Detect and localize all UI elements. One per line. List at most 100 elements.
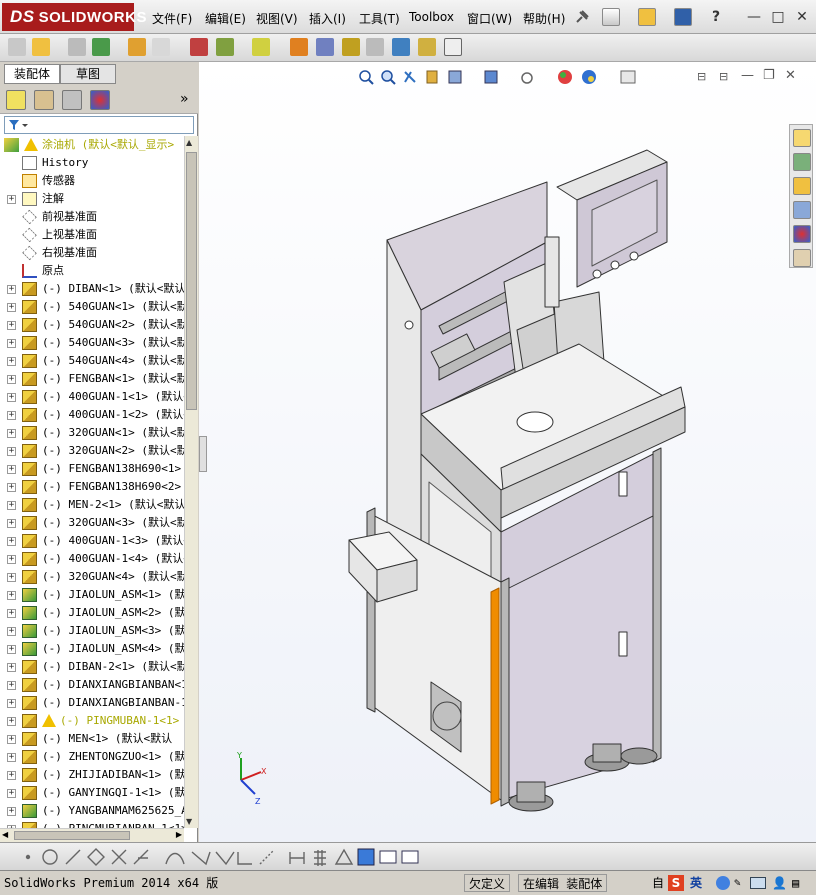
- expand-toggle-icon[interactable]: +: [7, 663, 16, 672]
- expand-toggle-icon[interactable]: +: [7, 753, 16, 762]
- section-view-icon[interactable]: [392, 38, 410, 56]
- solidworks-logo[interactable]: DS SOLIDWORKS: [2, 3, 146, 31]
- assembly-features-icon[interactable]: [316, 38, 334, 56]
- tree-item[interactable]: 右视基准面: [0, 244, 184, 262]
- menu-file[interactable]: 文件(F): [152, 10, 192, 27]
- menu-tools[interactable]: 工具(T): [359, 10, 400, 27]
- tree-item[interactable]: 涂油机 (默认<默认_显示>: [0, 136, 184, 154]
- menu-toolbox[interactable]: Toolbox: [409, 10, 454, 24]
- menu-insert[interactable]: 插入(I): [309, 10, 346, 27]
- scroll-left-icon[interactable]: ◀: [2, 830, 8, 839]
- rebuild-icon[interactable]: [418, 38, 436, 56]
- corner-tool-icon[interactable]: [237, 852, 252, 865]
- ime-s-icon[interactable]: S: [668, 875, 684, 891]
- expand-toggle-icon[interactable]: +: [7, 483, 16, 492]
- tree-item[interactable]: + (-) FENGBAN<1> (默认<默: [0, 370, 184, 388]
- tree-item[interactable]: + (-) JIAOLUN_ASM<2> (默认: [0, 604, 184, 622]
- new-part-icon[interactable]: [8, 38, 26, 56]
- expand-toggle-icon[interactable]: +: [7, 645, 16, 654]
- trim-tool-icon[interactable]: [111, 849, 127, 865]
- restore-button[interactable]: □: [770, 9, 786, 25]
- component-pattern-icon[interactable]: [92, 38, 110, 56]
- tree-item[interactable]: + (-) 540GUAN<4> (默认<默: [0, 352, 184, 370]
- expand-toggle-icon[interactable]: +: [7, 465, 16, 474]
- expand-toggle-icon[interactable]: +: [7, 501, 16, 510]
- smart-dimension-icon[interactable]: [289, 852, 305, 864]
- help-icon[interactable]: ?: [708, 9, 724, 25]
- expand-toggle-icon[interactable]: +: [7, 447, 16, 456]
- expand-toggle-icon[interactable]: +: [7, 285, 16, 294]
- expand-toggle-icon[interactable]: +: [7, 321, 16, 330]
- expand-toggle-icon[interactable]: +: [7, 555, 16, 564]
- tree-item[interactable]: + (-) JIAOLUN_ASM<3> (默认: [0, 622, 184, 640]
- tree-item[interactable]: + (-) 400GUAN-1<2> (默认<: [0, 406, 184, 424]
- configuration-manager-icon[interactable]: [62, 90, 82, 110]
- attach-icon[interactable]: [68, 38, 86, 56]
- assembly-open-icon[interactable]: [32, 38, 50, 56]
- measure-icon[interactable]: [366, 38, 384, 56]
- close-button[interactable]: ✕: [794, 9, 810, 25]
- tree-item[interactable]: + (-) 400GUAN-1<4> (默认<: [0, 550, 184, 568]
- design-library-icon[interactable]: [793, 153, 811, 171]
- tree-item[interactable]: 上视基准面: [0, 226, 184, 244]
- tree-item[interactable]: + (-) ZHENTONGZUO<1> (默认: [0, 748, 184, 766]
- tree-item[interactable]: + (-) 540GUAN<3> (默认<默: [0, 334, 184, 352]
- tree-item[interactable]: + (-) 540GUAN<1> (默认<默: [0, 298, 184, 316]
- interference-icon[interactable]: [290, 38, 308, 56]
- expand-toggle-icon[interactable]: +: [7, 303, 16, 312]
- menu-view[interactable]: 视图(V): [256, 10, 298, 27]
- expand-toggle-icon[interactable]: +: [7, 771, 16, 780]
- tree-item[interactable]: + (-) 320GUAN<1> (默认<默: [0, 424, 184, 442]
- display-manager-icon[interactable]: [90, 90, 110, 110]
- property-manager-icon[interactable]: [34, 90, 54, 110]
- filter-icon[interactable]: [5, 117, 29, 133]
- expand-toggle-icon[interactable]: +: [7, 429, 16, 438]
- expand-toggle-icon[interactable]: +: [7, 735, 16, 744]
- reference-geometry-icon[interactable]: [252, 38, 270, 56]
- tree-item[interactable]: 原点: [0, 262, 184, 280]
- circle-tool-icon[interactable]: [42, 849, 58, 865]
- construction-line-icon[interactable]: [259, 849, 275, 865]
- expand-toggle-icon[interactable]: +: [7, 393, 16, 402]
- window-split-icon[interactable]: [401, 850, 419, 864]
- tree-item[interactable]: + (-) FENGBAN138H690<1> (: [0, 460, 184, 478]
- tree-item[interactable]: + (-) 320GUAN<2> (默认<默: [0, 442, 184, 460]
- ime-settings-icon[interactable]: ▤: [792, 874, 799, 892]
- custom-properties-icon[interactable]: [793, 249, 811, 267]
- explode-icon[interactable]: [216, 38, 234, 56]
- expand-toggle-icon[interactable]: +: [7, 573, 16, 582]
- mate-icon[interactable]: [128, 38, 146, 56]
- point-tool-icon[interactable]: [25, 854, 31, 860]
- mirror-tool-icon[interactable]: [215, 851, 235, 866]
- ime-mic-icon[interactable]: ✎: [734, 874, 741, 892]
- save-icon[interactable]: [674, 8, 692, 26]
- tree-item[interactable]: + (-) JIAOLUN_ASM<1> (默认: [0, 586, 184, 604]
- tree-item[interactable]: + (-) 320GUAN<3> (默认<默: [0, 514, 184, 532]
- new-document-icon[interactable]: [602, 8, 620, 26]
- tree-item[interactable]: + (-) 320GUAN<4> (默认<默: [0, 568, 184, 586]
- tree-item[interactable]: + (-) FENGBAN138H690<2> (: [0, 478, 184, 496]
- ime-dot-icon[interactable]: [716, 876, 730, 890]
- file-explorer-icon[interactable]: [793, 177, 811, 195]
- scroll-up-icon[interactable]: ▲: [186, 138, 192, 147]
- tree-item[interactable]: + (-) 540GUAN<2> (默认<默: [0, 316, 184, 334]
- expand-toggle-icon[interactable]: +: [7, 411, 16, 420]
- tree-item[interactable]: + (-) DIANXIANGBIANBAN<1>: [0, 676, 184, 694]
- move-component-icon[interactable]: [152, 38, 170, 56]
- minimize-button[interactable]: —: [746, 9, 762, 25]
- extend-tool-icon[interactable]: [133, 849, 149, 865]
- panel-expand-icon[interactable]: »: [180, 91, 189, 107]
- grid-icon[interactable]: [314, 850, 326, 866]
- expand-toggle-icon[interactable]: +: [7, 717, 16, 726]
- relations-icon[interactable]: [334, 848, 354, 865]
- tree-item[interactable]: + (-) DIBAN-2<1> (默认<默: [0, 658, 184, 676]
- expand-toggle-icon[interactable]: +: [7, 609, 16, 618]
- tree-item[interactable]: + (-) 400GUAN-1<3> (默认<: [0, 532, 184, 550]
- tree-item[interactable]: +(-) PINGMUBIANBAN-1<1>: [0, 820, 184, 828]
- tree-vertical-scrollbar[interactable]: ▲ ▼: [184, 136, 198, 828]
- tree-horizontal-scrollbar[interactable]: ◀ ▶: [0, 828, 184, 842]
- tree-item[interactable]: History: [0, 154, 184, 172]
- arc-tool-icon[interactable]: [165, 852, 185, 865]
- expand-toggle-icon[interactable]: +: [7, 681, 16, 690]
- machine-3d-model[interactable]: [199, 62, 816, 842]
